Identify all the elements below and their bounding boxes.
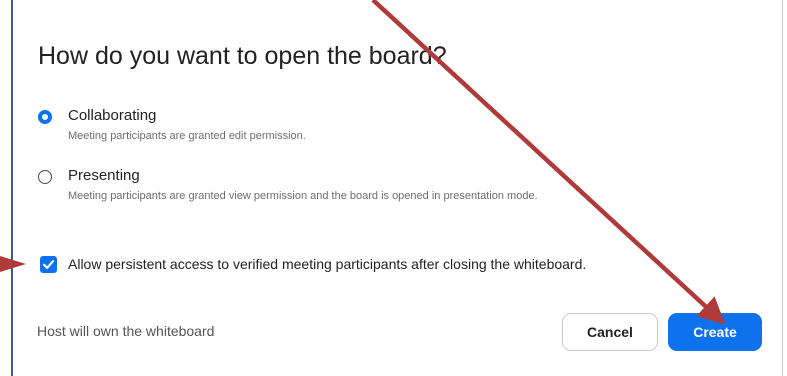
create-button[interactable]: Create	[668, 313, 762, 351]
cancel-button[interactable]: Cancel	[562, 313, 658, 351]
owner-text: Host will own the whiteboard	[37, 323, 215, 339]
whiteboard-open-dialog: How do you want to open the board? Colla…	[0, 0, 787, 376]
right-divider	[782, 0, 783, 376]
collaborating-description: Meeting participants are granted edit pe…	[68, 130, 306, 142]
check-icon	[42, 260, 55, 269]
dialog-title: How do you want to open the board?	[38, 42, 447, 70]
presenting-radio[interactable]	[38, 170, 52, 184]
presenting-label[interactable]: Presenting	[68, 167, 140, 184]
persistent-access-label[interactable]: Allow persistent access to verified meet…	[68, 256, 586, 272]
persistent-access-checkbox[interactable]	[40, 256, 57, 273]
collaborating-radio[interactable]	[38, 110, 52, 124]
left-divider	[11, 0, 13, 376]
collaborating-label[interactable]: Collaborating	[68, 107, 156, 124]
left-arrow-icon	[0, 256, 26, 272]
presenting-description: Meeting participants are granted view pe…	[68, 190, 538, 202]
